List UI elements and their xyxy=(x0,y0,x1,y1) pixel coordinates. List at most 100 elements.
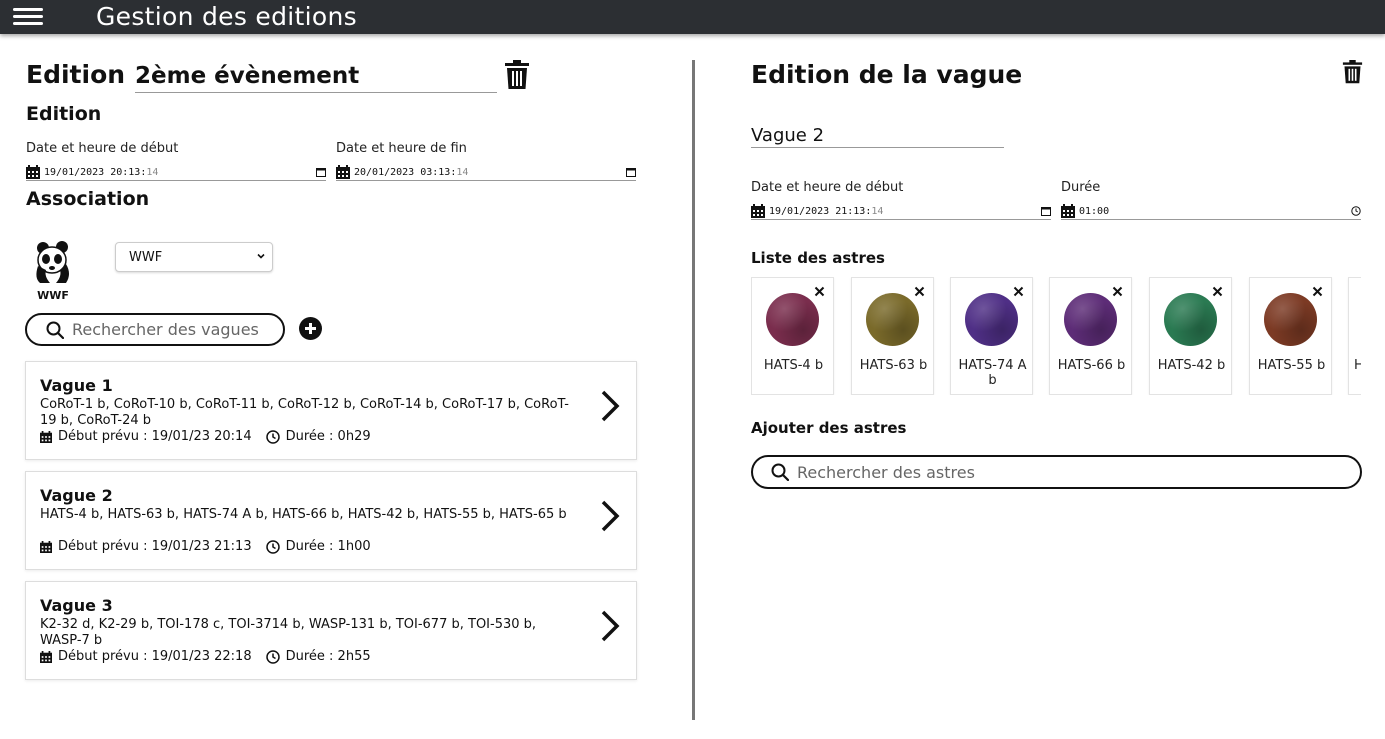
end-datetime-value: 20/01/2023 03:13: xyxy=(354,166,457,178)
planet-image xyxy=(1064,293,1117,346)
astre-name: H xyxy=(1354,358,1361,373)
association-logo: WWF xyxy=(30,240,76,302)
wave-duration: Durée : 1h00 xyxy=(285,539,371,554)
start-seconds: 14 xyxy=(146,166,159,178)
wave-astres: HATS-4 b, HATS-63 b, HATS-74 A b, HATS-6… xyxy=(40,507,567,522)
association-selected: WWF xyxy=(129,249,163,265)
app-title: Gestion des editions xyxy=(96,2,357,31)
close-icon[interactable] xyxy=(1112,286,1123,297)
panda-icon xyxy=(36,241,69,283)
edition-heading: Edition xyxy=(26,60,126,89)
clock-icon xyxy=(265,429,280,444)
close-icon[interactable] xyxy=(914,286,925,297)
astre-card[interactable]: HATS-66 b xyxy=(1049,277,1132,395)
chevron-down-icon xyxy=(257,253,265,259)
wave-start-label: Date et heure de début xyxy=(751,180,904,195)
calendar-icon xyxy=(336,165,350,179)
astre-card[interactable]: HATS-74 A b xyxy=(950,277,1033,395)
wave-card[interactable]: Vague 3 K2-32 d, K2-29 b, TOI-178 c, TOI… xyxy=(25,581,637,680)
wave-duration: Durée : 0h29 xyxy=(285,429,371,444)
astre-name: HATS-63 b xyxy=(859,358,928,373)
top-bar: Gestion des editions xyxy=(0,0,1385,34)
astre-name: HATS-4 b xyxy=(763,358,824,373)
delete-wave-icon[interactable] xyxy=(1342,60,1363,84)
planet-image xyxy=(866,293,919,346)
close-icon[interactable] xyxy=(1212,286,1223,297)
clock-icon xyxy=(265,539,280,554)
calendar-icon xyxy=(40,430,52,443)
astre-name: HATS-42 b xyxy=(1157,358,1226,373)
wave-start: Début prévu : 19/01/23 21:13 xyxy=(58,539,252,554)
menu-icon[interactable] xyxy=(13,6,43,28)
planet-image xyxy=(1264,293,1317,346)
search-icon xyxy=(771,463,789,481)
close-icon[interactable] xyxy=(1013,286,1024,297)
add-wave-button[interactable] xyxy=(299,317,322,340)
chevron-right-icon[interactable] xyxy=(598,388,622,424)
wave-start-seconds: 14 xyxy=(871,205,884,217)
wave-meta: Début prévu : 19/01/23 21:13 Durée : 1h0… xyxy=(40,539,371,554)
close-icon[interactable] xyxy=(814,286,825,297)
calendar-icon xyxy=(40,540,52,553)
panel-divider xyxy=(692,60,695,720)
clock-icon[interactable] xyxy=(1351,206,1361,216)
wave-start-value: 19/01/2023 21:13: xyxy=(769,205,872,217)
association-logo-text: WWF xyxy=(37,289,69,302)
astre-name: HATS-66 b xyxy=(1057,358,1126,373)
wave-edit-heading: Edition de la vague xyxy=(751,60,1023,89)
edition-subheading: Edition xyxy=(26,103,102,125)
duration-input[interactable]: 01:00 xyxy=(1061,203,1361,220)
add-astres-heading: Ajouter des astres xyxy=(751,419,907,437)
chevron-right-icon[interactable] xyxy=(598,608,622,644)
astre-card[interactable]: HATS-55 b xyxy=(1249,277,1332,395)
association-select[interactable]: WWF xyxy=(115,242,273,272)
wave-duration: Durée : 2h55 xyxy=(285,649,371,664)
clock-icon xyxy=(265,649,280,664)
wave-start-datetime-input[interactable]: 19/01/2023 21:13: 14 xyxy=(751,203,1051,220)
start-datetime-value: 19/01/2023 20:13: xyxy=(44,166,147,178)
wave-title: Vague 1 xyxy=(40,376,113,395)
end-date-label: Date et heure de fin xyxy=(336,141,467,156)
chevron-right-icon[interactable] xyxy=(598,498,622,534)
astre-card[interactable]: H xyxy=(1348,277,1361,395)
wave-astres: K2-32 d, K2-29 b, TOI-178 c, TOI-3714 b,… xyxy=(40,617,537,648)
wave-search-input[interactable]: Rechercher des vagues xyxy=(25,313,285,346)
end-seconds: 14 xyxy=(456,166,469,178)
wave-meta: Début prévu : 19/01/23 22:18 Durée : 2h5… xyxy=(40,649,371,664)
wave-astres: CoRoT-1 b, CoRoT-10 b, CoRoT-11 b, CoRoT… xyxy=(40,397,569,428)
calendar-picker-icon[interactable] xyxy=(316,167,326,177)
wave-start: Début prévu : 19/01/23 20:14 xyxy=(58,429,252,444)
astre-name: HATS-74 A b xyxy=(958,358,1027,388)
astre-card[interactable]: HATS-42 b xyxy=(1149,277,1232,395)
start-datetime-input[interactable]: 19/01/2023 20:13: 14 xyxy=(26,164,326,181)
astre-card[interactable]: HATS-63 b xyxy=(851,277,934,395)
wave-card[interactable]: Vague 1 CoRoT-1 b, CoRoT-10 b, CoRoT-11 … xyxy=(25,361,637,460)
wave-title: Vague 3 xyxy=(40,596,113,615)
delete-edition-icon[interactable] xyxy=(504,60,530,90)
wave-card[interactable]: Vague 2 HATS-4 b, HATS-63 b, HATS-74 A b… xyxy=(25,471,637,570)
wave-meta: Début prévu : 19/01/23 20:14 Durée : 0h2… xyxy=(40,429,371,444)
duration-value: 01:00 xyxy=(1079,205,1110,217)
start-date-label: Date et heure de début xyxy=(26,141,179,156)
wave-title: Vague 2 xyxy=(40,486,113,505)
astre-name: HATS-55 b xyxy=(1257,358,1326,373)
search-icon xyxy=(46,321,64,339)
astre-search-placeholder: Rechercher des astres xyxy=(797,462,975,482)
wave-search-placeholder: Rechercher des vagues xyxy=(72,320,259,339)
astre-search-input[interactable]: Rechercher des astres xyxy=(751,455,1362,489)
astres-list[interactable]: HATS-4 b HATS-63 b HATS-74 A b HATS-66 b… xyxy=(751,277,1361,395)
wave-name-input[interactable] xyxy=(751,123,1004,148)
planet-image xyxy=(1164,293,1217,346)
calendar-icon xyxy=(26,165,40,179)
calendar-picker-icon[interactable] xyxy=(1041,206,1051,216)
edition-name-input[interactable] xyxy=(135,59,497,93)
astre-card[interactable]: HATS-4 b xyxy=(751,277,834,395)
end-datetime-input[interactable]: 20/01/2023 03:13: 14 xyxy=(336,164,636,181)
planet-image xyxy=(766,293,819,346)
calendar-picker-icon[interactable] xyxy=(626,167,636,177)
association-heading: Association xyxy=(26,188,150,210)
close-icon[interactable] xyxy=(1312,286,1323,297)
wave-start: Début prévu : 19/01/23 22:18 xyxy=(58,649,252,664)
planet-image xyxy=(965,293,1018,346)
duration-label: Durée xyxy=(1061,180,1101,195)
